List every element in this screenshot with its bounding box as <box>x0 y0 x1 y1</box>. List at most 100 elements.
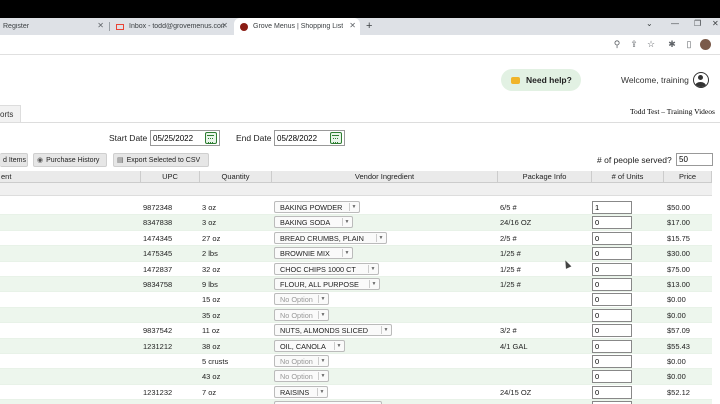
browser-tab-register[interactable]: Register ✕ <box>0 18 108 35</box>
price-cell: $0.00 <box>667 372 686 382</box>
upc-cell: 1475345 <box>143 249 173 259</box>
tab-reports[interactable]: orts <box>0 105 21 123</box>
vendor-ingredient-select[interactable]: BREAD CRUMBS, PLAIN ▼ <box>274 231 387 244</box>
units-input[interactable]: 0 <box>592 293 632 307</box>
export-csv-button[interactable]: ▤ Export Selected to CSV <box>113 153 209 167</box>
close-window-icon[interactable]: ✕ <box>712 19 719 28</box>
vendor-ingredient-select[interactable]: BAKING POWDER ▼ <box>274 201 360 213</box>
vendor-ingredient-select[interactable]: CHOC CHIPS 1000 CT ▼ <box>274 262 379 275</box>
calendar-icon[interactable] <box>205 132 217 144</box>
quantity-cell: 32 oz <box>202 264 221 274</box>
units-input[interactable]: 0 <box>592 324 632 338</box>
column-header-package-info[interactable]: Package Info <box>498 171 592 183</box>
vendor-ingredient-value: OIL, CANOLA <box>280 341 326 351</box>
add-items-label: d Items <box>3 156 26 164</box>
chevron-down-icon: ▼ <box>317 387 326 396</box>
close-icon[interactable]: ✕ <box>97 21 104 30</box>
chevron-down-icon: ▼ <box>369 280 378 288</box>
units-input[interactable]: 0 <box>592 355 632 368</box>
vendor-ingredient-select[interactable]: NUTS, ALMONDS SLICED ▼ <box>274 324 392 337</box>
package-info-cell: 3/2 # <box>500 326 517 336</box>
vendor-ingredient-select[interactable]: FLOUR, ALL PURPOSE ▼ <box>274 278 380 290</box>
units-input[interactable]: 0 <box>592 278 632 291</box>
table-row: 8347838 3 oz BAKING SODA ▼ 24/16 OZ 0 $17.00 <box>0 215 712 231</box>
close-icon[interactable]: ✕ <box>349 21 356 30</box>
chevron-down-icon: ▼ <box>318 310 327 319</box>
package-info-cell: 24/15 OZ <box>500 387 532 397</box>
people-served-input[interactable]: 50 <box>676 153 713 166</box>
chevron-down-icon: ▼ <box>349 203 358 211</box>
star-icon[interactable]: ☆ <box>646 39 656 50</box>
purchase-history-button[interactable]: ◉ Purchase History <box>33 153 107 167</box>
zoom-icon[interactable]: ⚲ <box>612 39 622 50</box>
units-input[interactable]: 1 <box>592 201 632 214</box>
add-items-button[interactable]: d Items <box>0 153 28 167</box>
chevron-down-icon: ▼ <box>376 233 385 242</box>
gmail-icon <box>116 23 124 30</box>
new-tab-button[interactable]: + <box>366 20 372 32</box>
need-help-button[interactable]: Need help? <box>501 69 581 91</box>
share-icon[interactable]: ⇪ <box>629 39 639 50</box>
profile-avatar[interactable] <box>700 39 711 50</box>
units-input[interactable]: 0 <box>592 262 632 276</box>
page-content: Need help? Welcome, training Todd Test –… <box>0 56 720 404</box>
column-header-vendor-ingredient[interactable]: Vendor Ingredient <box>272 171 498 183</box>
vendor-ingredient-select[interactable]: RAISINS ▼ <box>274 385 328 398</box>
chevron-down-icon: ▼ <box>342 249 351 258</box>
column-header-quantity[interactable]: Quantity <box>200 171 272 183</box>
price-cell: $55.43 <box>667 341 690 351</box>
export-icon: ▤ <box>117 157 124 164</box>
upc-cell: 8347838 <box>143 218 173 228</box>
upc-cell: 1231212 <box>143 341 173 351</box>
chevron-down-icon: ▼ <box>381 326 390 335</box>
price-cell: $52.12 <box>667 387 690 397</box>
vendor-ingredient-select[interactable]: BROWNIE MIX ▼ <box>274 247 353 260</box>
column-header-ingredient[interactable]: ent <box>0 171 141 183</box>
table-row: 1472837 32 oz CHOC CHIPS 1000 CT ▼ 1/25 # 0 $7… <box>0 262 712 277</box>
units-input[interactable]: 0 <box>592 339 632 353</box>
table-row: 1474345 27 oz BREAD CRUMBS, PLAIN ▼ 2/5 # 0 $1… <box>0 231 712 247</box>
quantity-cell: 5 crusts <box>202 357 229 366</box>
user-icon[interactable] <box>693 72 709 88</box>
chevron-down-icon: ▼ <box>342 218 351 227</box>
units-input[interactable]: 0 <box>592 385 632 399</box>
maximize-icon[interactable]: ❐ <box>694 19 701 28</box>
quantity-cell: 15 oz <box>202 295 221 305</box>
table-row: 15 oz No Option ▼ 0 $0.00 <box>0 292 712 308</box>
units-input[interactable]: 0 <box>592 370 632 384</box>
browser-tab-inbox[interactable]: Inbox - todd@grovemenus.com ✕ <box>112 18 232 35</box>
export-csv-label: Export Selected to CSV <box>126 156 201 164</box>
vendor-ingredient-select: No Option ▼ <box>274 355 329 367</box>
column-header-units[interactable]: # of Units <box>592 171 664 183</box>
quantity-cell: 3 oz <box>202 218 217 228</box>
price-cell: $30.00 <box>667 249 690 259</box>
purchase-history-label: Purchase History <box>46 156 100 164</box>
browser-tab-bar: Register ✕ Inbox - todd@grovemenus.com ✕… <box>0 18 720 35</box>
chevron-down-icon: ▼ <box>318 357 327 365</box>
chevron-down-icon: ▼ <box>368 264 377 273</box>
end-date-label: End Date <box>236 133 272 143</box>
extensions-icon[interactable]: ✱ <box>667 39 677 50</box>
chevron-down-icon: ▼ <box>334 341 343 350</box>
grove-menus-favicon-icon <box>240 22 248 31</box>
vendor-ingredient-select[interactable]: BAKING SODA ▼ <box>274 216 353 229</box>
tab-search-icon[interactable]: ⌄ <box>646 19 653 28</box>
vendor-ingredient-select[interactable]: OIL, CANOLA ▼ <box>274 339 345 352</box>
units-input[interactable]: 0 <box>592 216 632 230</box>
filter-row <box>0 183 712 196</box>
tab-title: Grove Menus | Shopping List <box>253 23 344 30</box>
vendor-ingredient-select: No Option ▼ <box>274 293 329 306</box>
upc-cell: 1472837 <box>143 264 173 274</box>
minimize-icon[interactable]: — <box>671 19 679 28</box>
units-input[interactable]: 0 <box>592 308 632 322</box>
units-input[interactable]: 0 <box>592 231 632 245</box>
column-header-price[interactable]: Price <box>664 171 712 183</box>
quantity-cell: 3 oz <box>202 203 217 212</box>
close-icon[interactable]: ✕ <box>221 21 228 30</box>
sidebar-icon[interactable]: ▯ <box>684 39 694 50</box>
column-header-upc[interactable]: UPC <box>141 171 200 183</box>
browser-tab-shopping-list[interactable]: Grove Menus | Shopping List ✕ <box>234 18 360 35</box>
vendor-ingredient-value: No Option <box>280 357 313 366</box>
calendar-icon[interactable] <box>330 132 342 144</box>
units-input[interactable]: 0 <box>592 247 632 261</box>
